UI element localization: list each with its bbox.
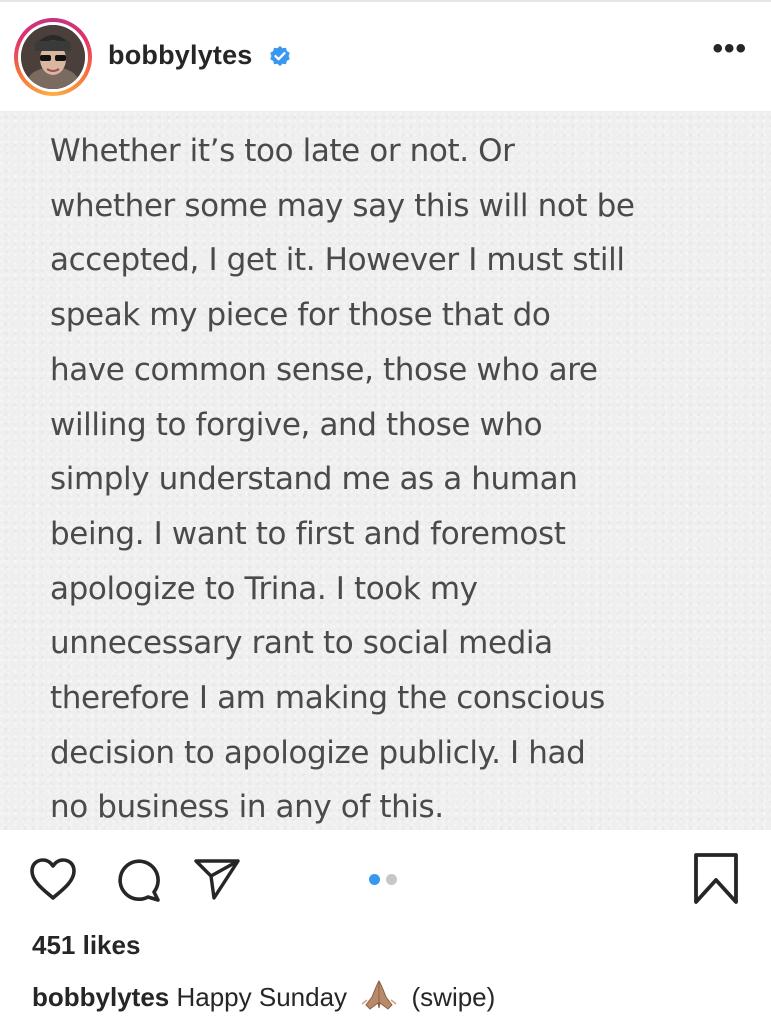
image-text-line: speak my piece for those that do — [50, 297, 551, 334]
more-options-icon[interactable]: ••• — [712, 34, 747, 64]
post-image-text: Whether it’s too late or not. Or whether … — [50, 124, 740, 835]
carousel-dot — [386, 874, 397, 885]
comment-icon[interactable] — [114, 856, 162, 904]
carousel-indicator — [369, 874, 397, 885]
bookmark-icon[interactable] — [692, 852, 740, 906]
image-text-line: whether some may say this will not be — [50, 187, 635, 224]
image-text-line: willing to forgive, and those who — [50, 406, 543, 443]
image-text-line: apologize to Trina. I took my — [50, 570, 478, 607]
verified-badge-icon — [270, 46, 290, 66]
post-caption: bobbylytes Happy Sunday (swipe) — [32, 978, 495, 1013]
post-actions-bar — [0, 830, 771, 930]
heart-icon[interactable] — [28, 856, 78, 902]
post-header: bobbylytes ••• — [0, 2, 771, 112]
story-ring[interactable] — [14, 18, 92, 96]
image-text-line: therefore I am making the conscious — [50, 680, 605, 717]
paper-plane-icon[interactable] — [192, 856, 242, 902]
image-text-line: accepted, I get it. However I must still — [50, 242, 625, 279]
post-username[interactable]: bobbylytes — [108, 40, 253, 71]
carousel-dot-active — [369, 874, 380, 885]
caption-username[interactable]: bobbylytes — [32, 982, 169, 1012]
likes-count[interactable]: 451 likes — [32, 930, 140, 961]
image-text-line: no business in any of this. — [50, 789, 444, 826]
folded-hands-emoji — [361, 980, 397, 1010]
caption-text: Happy Sunday — [176, 982, 348, 1012]
caption-extra: (swipe) — [411, 982, 496, 1012]
avatar[interactable] — [21, 25, 85, 89]
image-text-line: decision to apologize publicly. I had — [50, 734, 586, 771]
image-text-line: simply understand me as a human — [50, 461, 578, 498]
image-text-line: unnecessary rant to social media — [50, 625, 553, 662]
image-text-line: have common sense, those who are — [50, 351, 598, 388]
image-text-line: being. I want to first and foremost — [50, 515, 566, 552]
post-image[interactable]: Whether it’s too late or not. Or whether … — [0, 112, 771, 830]
image-text-line: Whether it’s too late or not. Or — [50, 133, 515, 169]
